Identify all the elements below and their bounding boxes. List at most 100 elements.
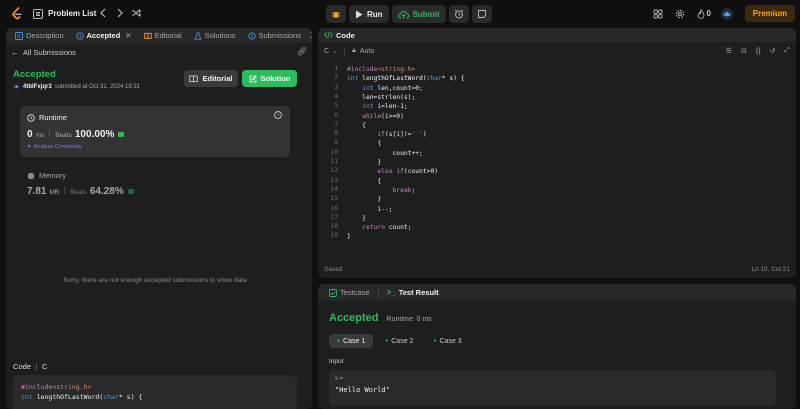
case-tab-2[interactable]: ● Case 2 bbox=[377, 334, 421, 348]
editorial-button[interactable]: Editorial bbox=[184, 70, 238, 87]
code-line: count++; bbox=[347, 149, 423, 157]
layout-grid-icon[interactable] bbox=[647, 9, 669, 19]
shuffle-icon[interactable] bbox=[131, 8, 142, 21]
back-label: All Submissions bbox=[23, 48, 76, 57]
info-icon[interactable]: i bbox=[274, 111, 282, 119]
terminal-icon: >_ bbox=[386, 288, 396, 297]
note-icon bbox=[477, 10, 486, 18]
user-tools: 0 Premium bbox=[647, 5, 800, 22]
code-line: i--; bbox=[347, 205, 393, 213]
memory-beats-label: Beats bbox=[70, 189, 87, 196]
left-tabbar: Description Accepted ✕ Editorial Solutio… bbox=[6, 28, 312, 43]
case-tab-1[interactable]: ● Case 1 bbox=[329, 334, 374, 348]
history-icon bbox=[75, 31, 84, 40]
tab-description[interactable]: Description bbox=[12, 31, 67, 40]
lock-icon[interactable]: 🔒︎ bbox=[352, 47, 356, 55]
tab-editorial-label: Editorial bbox=[154, 31, 182, 40]
premium-button[interactable]: Premium bbox=[744, 5, 795, 22]
maximize-icon[interactable]: ⛶ bbox=[310, 31, 312, 41]
accepted-status: Accepted bbox=[13, 69, 56, 80]
tab-testcase[interactable]: Testcase bbox=[326, 288, 373, 297]
code-lang: C bbox=[41, 362, 48, 371]
beats-badge-icon bbox=[127, 189, 134, 194]
edit-square-icon bbox=[249, 74, 257, 82]
code-line: int lengthOfLastWord(char* s) { bbox=[347, 75, 465, 83]
tab-description-label: Description bbox=[26, 31, 64, 40]
line-number: 6 bbox=[334, 111, 338, 119]
code-line: int i=len-1; bbox=[362, 103, 408, 111]
code-line: } bbox=[347, 196, 382, 204]
language-select[interactable]: C ⌄ bbox=[324, 48, 337, 55]
run-button[interactable]: Run bbox=[349, 5, 389, 23]
pass-dot-icon: ● bbox=[433, 338, 437, 344]
code-line: { bbox=[347, 121, 366, 129]
debug-button[interactable] bbox=[326, 5, 346, 23]
book-icon bbox=[143, 32, 152, 39]
flask-icon bbox=[194, 31, 202, 40]
input-box[interactable]: s = "Hello World" bbox=[329, 370, 776, 406]
code-preview-line: #include<string.h> bbox=[21, 383, 92, 391]
back-to-submissions[interactable]: ← All Submissions bbox=[11, 48, 76, 57]
tab-accepted[interactable]: Accepted ✕ bbox=[73, 31, 135, 40]
username[interactable]: 4tbIFxjqr3 bbox=[23, 84, 52, 90]
user-avatar-icon bbox=[13, 83, 20, 90]
reset-icon[interactable]: ↺ bbox=[770, 47, 776, 55]
tab-solutions[interactable]: Solutions bbox=[191, 31, 239, 40]
beats-badge-icon bbox=[118, 132, 125, 137]
code-line: return count; bbox=[362, 224, 412, 232]
code-header: Code C bbox=[13, 362, 47, 371]
case-tab-3[interactable]: ● Case 3 bbox=[425, 334, 469, 348]
braces-icon[interactable]: {} bbox=[756, 48, 761, 55]
submit-button[interactable]: Submit bbox=[391, 5, 446, 23]
editorial-button-label: Editorial bbox=[202, 74, 233, 83]
next-problem-icon[interactable] bbox=[116, 8, 124, 21]
result-status: Accepted bbox=[329, 312, 379, 324]
solution-button-label: Solution bbox=[260, 74, 291, 83]
editor-title: Code bbox=[336, 30, 355, 40]
divider bbox=[49, 129, 51, 137]
tab-submissions[interactable]: Submissions bbox=[245, 31, 305, 40]
runtime-stats: 0 ms Beats 100.00% bbox=[27, 129, 125, 140]
notes-button[interactable] bbox=[471, 5, 492, 23]
memory-title: Memory bbox=[39, 171, 67, 180]
fullscreen-icon[interactable]: ⤢ bbox=[784, 47, 790, 55]
editor-statusbar: Saved Ln 10, Col 21 bbox=[324, 266, 790, 273]
avatar[interactable] bbox=[717, 7, 737, 20]
prev-problem-icon[interactable] bbox=[99, 8, 107, 21]
runtime-card[interactable]: Runtime i 0 ms Beats 100.00% ✦ Analyze C… bbox=[20, 106, 290, 157]
play-icon bbox=[356, 10, 363, 18]
saved-status: Saved bbox=[324, 266, 343, 273]
list-icon[interactable] bbox=[33, 9, 43, 19]
case-tabs: ● Case 1 ● Case 2 ● Case 3 bbox=[329, 334, 470, 348]
line-number: 17 bbox=[330, 213, 338, 221]
leetcode-logo-icon[interactable] bbox=[10, 7, 24, 21]
submitted-at: submitted at Oct 31, 2024 18:31 bbox=[54, 83, 141, 90]
settings-gear-icon[interactable] bbox=[669, 9, 691, 19]
bookmark-icon[interactable]: ⊟ bbox=[741, 47, 747, 55]
input-var-name: s = bbox=[335, 376, 344, 382]
line-number: 2 bbox=[334, 74, 338, 82]
format-icon[interactable]: ☰ bbox=[726, 47, 732, 55]
memory-beats-value: 64.28% bbox=[89, 186, 124, 197]
code-line: } bbox=[347, 233, 351, 241]
close-tab-icon[interactable]: ✕ bbox=[125, 31, 131, 40]
problem-list-link[interactable]: Problem List bbox=[48, 9, 96, 18]
code-area[interactable]: 1 #include<string.h> 2 int lengthOfLastWord… bbox=[318, 65, 796, 255]
share-link-icon[interactable]: 🔗︎ bbox=[297, 47, 307, 56]
code-brackets-icon bbox=[324, 31, 333, 39]
alarm-icon bbox=[454, 9, 463, 19]
timer-button[interactable] bbox=[448, 5, 469, 23]
distribution-chart-area: Sorry, there are not enough accepted sub… bbox=[20, 214, 290, 347]
pass-dot-icon: ● bbox=[385, 338, 389, 344]
line-number: 9 bbox=[334, 139, 338, 147]
line-number: 8 bbox=[334, 130, 338, 138]
arrow-left-icon: ← bbox=[11, 48, 19, 57]
memory-card[interactable]: Memory 7.81 MB Beats 64.28% bbox=[20, 168, 290, 208]
code-line: { bbox=[347, 140, 382, 148]
analyze-complexity-label: Analyze Complexity bbox=[33, 144, 82, 150]
solution-button[interactable]: Solution bbox=[242, 70, 297, 87]
analyze-complexity-link[interactable]: ✦ Analyze Complexity bbox=[27, 144, 82, 150]
tab-editorial[interactable]: Editorial bbox=[141, 31, 185, 40]
tab-test-result[interactable]: >_ Test Result bbox=[384, 288, 442, 297]
streak-counter[interactable]: 0 bbox=[691, 8, 717, 19]
